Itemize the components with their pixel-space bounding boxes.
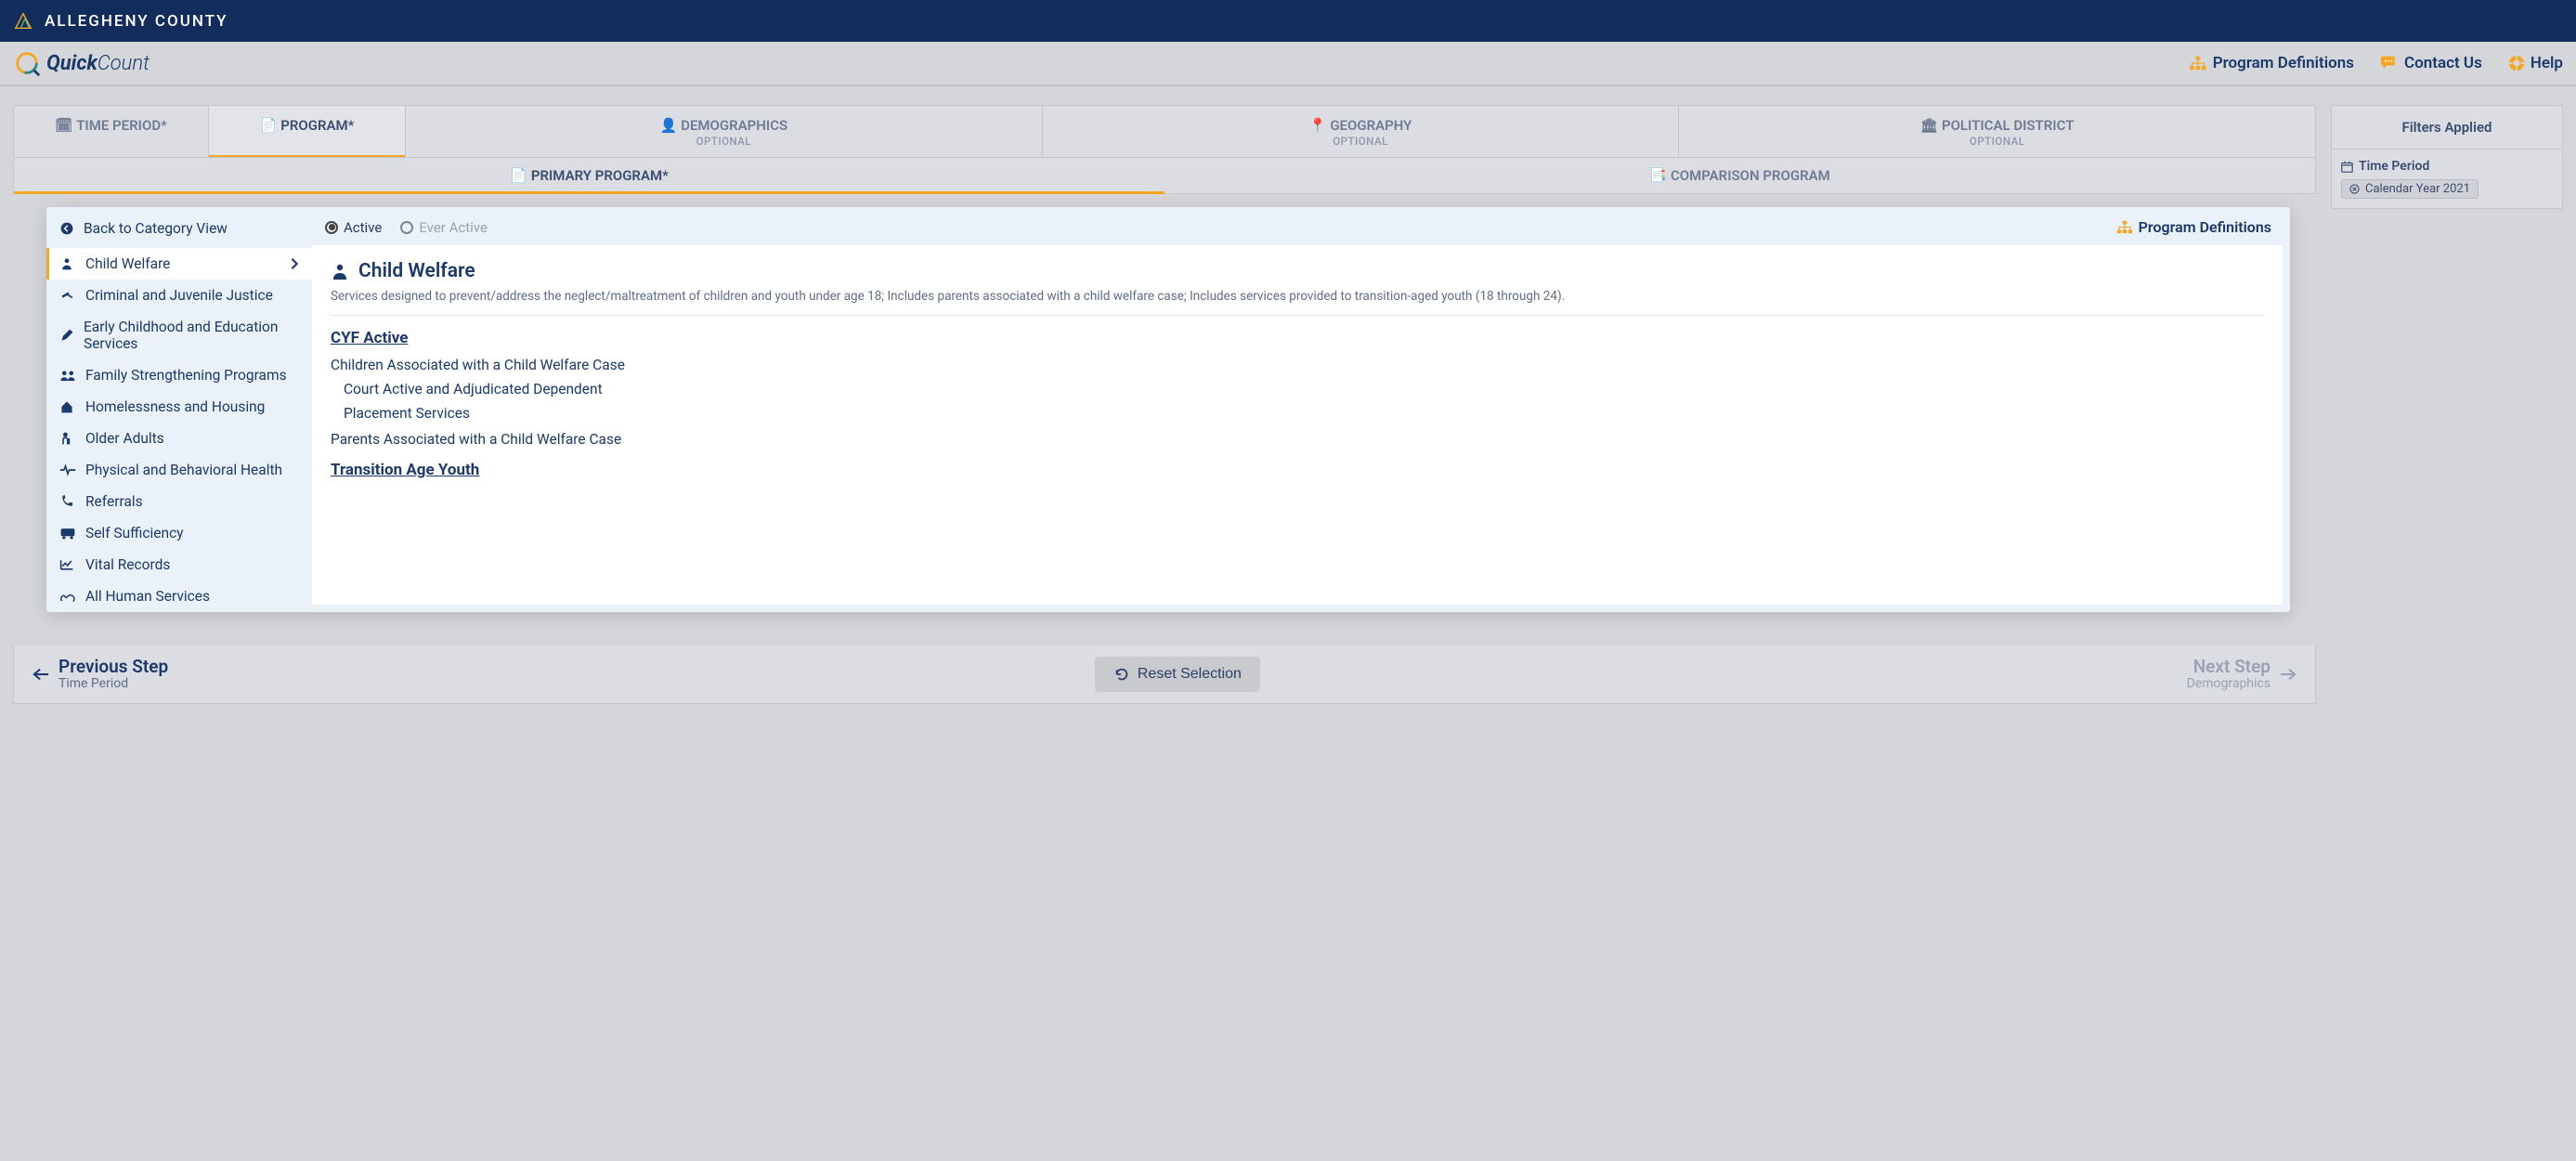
- tab-geography[interactable]: 📍GEOGRAPHY OPTIONAL: [1043, 106, 1680, 157]
- gavel-icon: [59, 288, 76, 303]
- category-all-human-services[interactable]: All Human Services: [46, 580, 312, 612]
- child-icon: [331, 262, 349, 280]
- tab-time-period[interactable]: 🗓TIME PERIOD*: [14, 106, 209, 157]
- bus-icon: [59, 527, 76, 540]
- program-subtabs: 📄PRIMARY PROGRAM* 📑COMPARISON PROGRAM: [13, 158, 2316, 194]
- category-family-strengthening[interactable]: Family Strengthening Programs: [46, 359, 312, 391]
- program-definitions-inline-link[interactable]: Program Definitions: [2116, 218, 2271, 236]
- category-self-sufficiency[interactable]: Self Sufficiency: [46, 517, 312, 549]
- calendar-icon: [2341, 161, 2353, 173]
- county-logo-icon: [13, 11, 33, 32]
- next-step-button: Next Step Demographics: [2187, 658, 2296, 692]
- elder-icon: [59, 431, 76, 446]
- tab-demographics[interactable]: 👤DEMOGRAPHICS OPTIONAL: [406, 106, 1043, 157]
- remove-icon[interactable]: [2349, 184, 2360, 194]
- document-icon: 📄: [260, 117, 278, 134]
- category-list: Back to Category View Child Welfare Cr: [46, 207, 312, 612]
- program-detail-description: Services designed to prevent/address the…: [331, 288, 2264, 316]
- program-definitions-link[interactable]: Program Definitions: [2189, 54, 2354, 72]
- radio-dot-icon: [400, 221, 413, 234]
- app-title: QuickCount: [46, 52, 150, 75]
- filter-section-time-period: Time Period: [2341, 159, 2553, 174]
- pencil-icon: [59, 328, 74, 343]
- step-tabs: 🗓TIME PERIOD* 📄PROGRAM* 👤DEMOGRAPHICS OP…: [13, 105, 2316, 158]
- child-icon: [59, 256, 76, 271]
- program-item-placement-services[interactable]: Placement Services: [344, 405, 2264, 422]
- program-group-transition-age-youth[interactable]: Transition Age Youth: [331, 461, 2264, 479]
- quickcount-logo-icon: [13, 49, 41, 77]
- heartbeat-icon: [59, 463, 76, 476]
- arrow-right-icon: [2280, 667, 2296, 682]
- help-icon: [2508, 55, 2525, 72]
- chat-icon: [2380, 55, 2399, 72]
- category-criminal-justice[interactable]: Criminal and Juvenile Justice: [46, 280, 312, 311]
- county-name: ALLEGHENY COUNTY: [45, 12, 228, 31]
- filters-applied-title: Filters Applied: [2332, 106, 2562, 150]
- hands-icon: [59, 590, 76, 603]
- person-icon: 👤: [660, 117, 678, 134]
- program-item-parents-case[interactable]: Parents Associated with a Child Welfare …: [331, 431, 2264, 448]
- building-icon: 🏛: [1920, 117, 1938, 134]
- help-link[interactable]: Help: [2508, 54, 2563, 72]
- filter-chip-calendar-year[interactable]: Calendar Year 2021: [2341, 179, 2478, 199]
- program-item-court-active[interactable]: Court Active and Adjudicated Dependent: [344, 381, 2264, 398]
- tab-political-district[interactable]: 🏛POLITICAL DISTRICT OPTIONAL: [1679, 106, 2315, 157]
- chart-icon: [59, 558, 76, 571]
- step-footer-nav: Previous Step Time Period Reset Selectio…: [13, 646, 2316, 704]
- document-icon: 📄: [510, 167, 527, 184]
- filters-applied-panel: Filters Applied Time Period Calendar Yea…: [2331, 105, 2563, 209]
- top-banner: ALLEGHENY COUNTY: [0, 0, 2576, 42]
- tab-program[interactable]: 📄PROGRAM*: [209, 106, 406, 157]
- app-logo[interactable]: QuickCount: [13, 49, 150, 77]
- program-selection-panel: Back to Category View Child Welfare Cr: [46, 207, 2290, 612]
- radio-active[interactable]: Active: [325, 219, 382, 236]
- phone-icon: [59, 494, 76, 509]
- previous-step-button[interactable]: Previous Step Time Period: [33, 658, 168, 692]
- category-early-childhood[interactable]: Early Childhood and Education Services: [46, 311, 312, 359]
- category-vital-records[interactable]: Vital Records: [46, 549, 312, 580]
- sitemap-icon: [2189, 56, 2207, 71]
- category-homelessness[interactable]: Homelessness and Housing: [46, 391, 312, 423]
- back-to-category-view[interactable]: Back to Category View: [46, 207, 312, 248]
- people-icon: [59, 369, 76, 382]
- subtab-comparison-program[interactable]: 📑COMPARISON PROGRAM: [1164, 158, 2315, 193]
- category-older-adults[interactable]: Older Adults: [46, 423, 312, 454]
- calendar-icon: 🗓: [55, 117, 72, 134]
- reset-selection-button[interactable]: Reset Selection: [1095, 657, 1260, 692]
- category-physical-behavioral-health[interactable]: Physical and Behavioral Health: [46, 454, 312, 486]
- pin-icon: 📍: [1309, 117, 1327, 134]
- program-detail-area: Active Ever Active Program Definitions: [312, 207, 2290, 612]
- radio-dot-icon: [325, 221, 338, 234]
- radio-ever-active[interactable]: Ever Active: [400, 219, 488, 236]
- program-detail-title: Child Welfare: [331, 260, 2264, 282]
- refresh-icon: [1113, 666, 1130, 683]
- contact-us-link[interactable]: Contact Us: [2380, 54, 2482, 72]
- subtab-primary-program[interactable]: 📄PRIMARY PROGRAM*: [14, 158, 1164, 193]
- home-icon: [59, 399, 76, 414]
- category-referrals[interactable]: Referrals: [46, 486, 312, 517]
- sitemap-icon: [2116, 220, 2133, 234]
- category-child-welfare[interactable]: Child Welfare: [46, 248, 312, 280]
- chevron-right-icon: [290, 257, 299, 270]
- app-header: QuickCount Program Definitions Contact U…: [0, 42, 2576, 86]
- back-arrow-icon: [59, 221, 74, 236]
- arrow-left-icon: [33, 667, 49, 682]
- active-filter-radios: Active Ever Active: [325, 219, 488, 236]
- program-item-children-case[interactable]: Children Associated with a Child Welfare…: [331, 357, 2264, 373]
- program-group-cyf-active[interactable]: CYF Active: [331, 329, 2264, 347]
- copy-icon: 📑: [1649, 167, 1667, 184]
